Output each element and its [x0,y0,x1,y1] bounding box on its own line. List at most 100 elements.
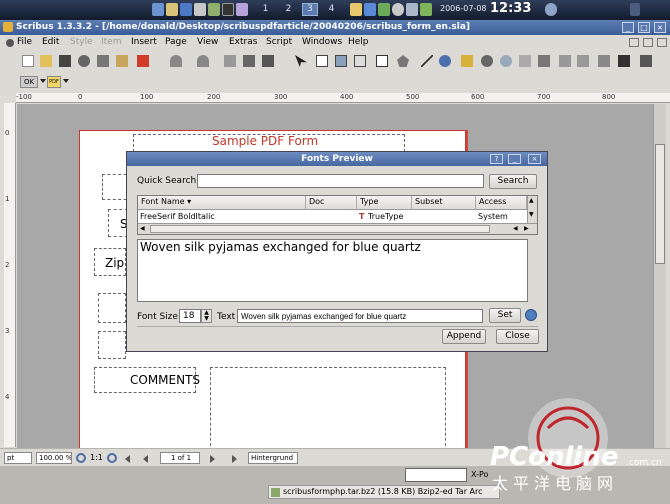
polygon-icon[interactable] [397,55,409,67]
mail-icon[interactable] [194,3,206,16]
settings-icon[interactable] [236,3,248,16]
menu-style[interactable]: Style [70,37,93,47]
terminal-icon[interactable] [222,3,234,16]
text-frame-icon[interactable] [316,55,328,67]
reset-icon[interactable] [525,309,537,321]
user-icon[interactable] [545,3,557,16]
list-vscrollbar[interactable]: ▲ ▼ [527,196,537,223]
col-subset[interactable]: Subset [412,196,476,210]
last-page-icon[interactable] [232,455,237,463]
col-font-name[interactable]: Font Name ▾ [138,196,306,210]
pdf-dropdown-icon[interactable] [63,79,69,83]
close-button[interactable]: Close [496,329,539,344]
maximize-button[interactable]: □ [638,22,650,33]
search-button[interactable]: Search [489,174,537,189]
dialog-titlebar[interactable]: Fonts Preview ? _ × [127,152,547,166]
bezier-icon[interactable] [439,55,451,67]
col-access[interactable]: Access [476,196,527,210]
minimize-button[interactable]: _ [622,22,634,33]
workspace-4[interactable]: 4 [325,3,338,16]
quick-search-input[interactable] [197,174,484,188]
form-field-frame[interactable] [98,331,126,359]
close-window-button[interactable]: × [654,22,666,33]
font-size-spinner[interactable]: 18 [179,309,201,323]
unlink-frames-icon[interactable] [577,55,589,67]
preflight-icon[interactable] [116,55,128,67]
copy-properties-icon[interactable] [618,55,630,67]
col-doc[interactable]: Doc [306,196,357,210]
open-folder-icon[interactable] [40,55,52,67]
workspace-3[interactable]: 3 [302,3,318,16]
menu-script[interactable]: Script [266,37,292,47]
menu-minimize-icon[interactable] [629,38,639,47]
menu-view[interactable]: View [197,37,218,47]
eyedropper-icon[interactable] [640,55,652,67]
dialog-minimize-button[interactable]: _ [508,154,521,164]
freehand-icon[interactable] [461,55,473,67]
save-icon[interactable] [59,55,71,67]
keyboard-layout-icon[interactable] [630,3,640,16]
undo-icon[interactable] [170,55,182,67]
menu-help[interactable]: Help [348,37,369,47]
table-row[interactable]: FreeSerif BoldItalic T TrueType System [138,210,527,223]
rotate-icon[interactable] [481,55,493,67]
prev-page-icon[interactable] [143,455,148,463]
new-document-icon[interactable] [22,55,34,67]
link-frames-icon[interactable] [559,55,571,67]
scroll-left-icon-2[interactable]: ◀ [513,225,518,232]
page-select[interactable]: 1 of 1 [160,452,200,464]
workspace-2[interactable]: 2 [282,3,295,16]
zoom-out-icon[interactable] [76,453,86,463]
scroll-thumb[interactable] [655,144,665,264]
hscroll-thumb[interactable] [150,225,490,233]
mixer-icon[interactable] [364,3,376,16]
doc-menu-icon[interactable] [6,39,14,47]
window-titlebar[interactable]: Scribus 1.3.3.2 - [/home/donald/Desktop/… [0,20,670,35]
select-tool-icon[interactable] [295,55,307,67]
menu-file[interactable]: File [17,37,32,47]
set-button[interactable]: Set [489,308,521,323]
workspace-1[interactable]: 1 [259,3,272,16]
next-page-icon[interactable] [210,455,215,463]
table-icon[interactable] [354,55,366,67]
scroll-up-icon[interactable]: ▲ [529,197,534,204]
cd-icon[interactable] [392,3,404,16]
export-pdf-icon[interactable] [137,55,149,67]
comments-field-frame[interactable] [210,367,446,448]
spinner-arrows-icon[interactable]: ▲ ▼ [201,309,212,323]
shape-icon[interactable] [376,55,388,67]
volume-icon[interactable] [406,3,418,16]
app-icon[interactable] [3,22,13,32]
list-hscrollbar[interactable]: ◀ ◀ ▶ [138,223,537,234]
redo-icon[interactable] [197,55,209,67]
first-page-icon[interactable] [125,455,130,463]
close-document-icon[interactable] [78,55,90,67]
layer-select[interactable]: Hintergrund [248,452,298,464]
download-item[interactable]: scribusformphp.tar.bz2 (15.8 KB) Bzip2-e… [268,485,500,499]
menu-insert[interactable]: Insert [131,37,157,47]
cut-icon[interactable] [224,55,236,67]
measure-icon[interactable] [598,55,610,67]
image-frame-icon[interactable] [335,55,347,67]
menu-windows[interactable]: Windows [302,37,342,47]
dialog-close-button[interactable]: × [528,154,541,164]
home-folder-icon[interactable] [166,3,178,16]
edit-text-icon[interactable] [538,55,550,67]
menu-extras[interactable]: Extras [229,37,257,47]
scroll-right-icon[interactable]: ▶ [524,225,529,232]
pdf-button[interactable]: PDF [47,76,61,88]
scroll-left-icon[interactable]: ◀ [140,225,145,232]
ok-dropdown-icon[interactable] [40,79,46,83]
print-icon[interactable] [97,55,109,67]
browser-icon[interactable] [180,3,192,16]
taskbar-clock[interactable]: 12:33 [490,1,531,16]
menu-edit[interactable]: Edit [42,37,59,47]
menu-page[interactable]: Page [165,37,187,47]
system-menu-icon[interactable] [152,3,164,16]
paste-icon[interactable] [262,55,274,67]
zoom-field[interactable]: 100.00 % [36,452,72,464]
editor-icon[interactable] [208,3,220,16]
x-position-field[interactable] [405,468,467,482]
menu-close-icon[interactable] [657,38,667,47]
copy-icon[interactable] [243,55,255,67]
